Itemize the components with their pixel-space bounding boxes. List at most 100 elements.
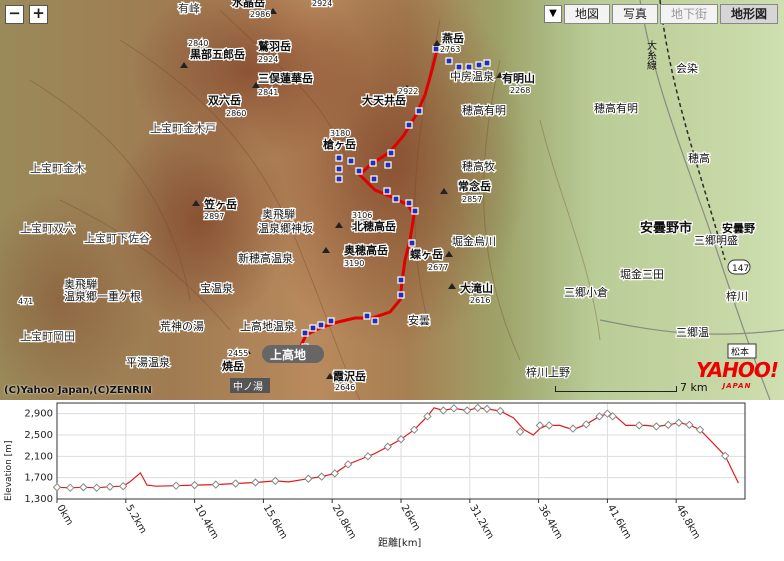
svg-text:2924: 2924 [258,55,278,64]
svg-text:北穂高岳: 北穂高岳 [352,219,396,233]
dropdown-arrow-icon[interactable]: ▼ [543,5,562,23]
svg-text:常念岳: 常念岳 [458,179,491,193]
chart-grid [56,403,745,503]
profile-point[interactable] [685,420,694,430]
profile-point[interactable] [190,480,199,490]
svg-text:梓川上野: 梓川上野 [526,365,570,379]
svg-text:上宝町下佐谷: 上宝町下佐谷 [84,231,150,245]
svg-text:槍ヶ岳: 槍ヶ岳 [322,137,356,151]
x-tick-label: 41.6km [605,503,633,541]
svg-text:穂高有明: 穂高有明 [462,103,506,117]
profile-point[interactable] [304,474,313,483]
profile-point[interactable] [231,479,240,488]
tab-underground[interactable]: 地下街 [659,4,718,24]
profile-point[interactable] [66,483,75,493]
profile-point[interactable] [664,420,673,430]
svg-text:会染: 会染 [676,61,698,75]
profile-point[interactable] [482,404,492,414]
svg-text:笠ヶ岳: 笠ヶ岳 [203,197,237,211]
svg-text:2986: 2986 [250,10,270,19]
svg-text:上宝町岡田: 上宝町岡田 [20,329,75,343]
profile-point[interactable] [568,424,578,433]
profile-point[interactable] [251,478,260,487]
x-tick-label: 15.6km [261,503,289,541]
profile-point[interactable] [317,472,326,481]
profile-point[interactable] [92,483,101,493]
profile-point[interactable] [105,482,115,491]
map-view[interactable]: 水晶岳 2986 2924 有峰 燕岳 2763 2840 黒部五郎岳 2924… [0,0,784,400]
svg-text:三郷温: 三郷温 [676,325,709,339]
tab-topographic[interactable]: 地形図 [719,4,778,24]
profile-point[interactable] [473,403,482,413]
svg-text:安曇野: 安曇野 [722,221,755,235]
svg-text:三郷小倉: 三郷小倉 [564,285,608,299]
svg-text:2924: 2924 [312,0,332,8]
profile-point[interactable] [383,442,392,451]
svg-text:黒部五郎岳: 黒部五郎岳 [190,47,245,61]
profile-markers [52,403,730,493]
svg-text:安曇野市: 安曇野市 [640,220,692,236]
svg-text:2677: 2677 [428,263,448,272]
profile-point[interactable] [79,483,88,492]
svg-text:2268: 2268 [510,86,530,95]
map-label: 水晶岳 [232,0,265,9]
svg-text:2763: 2763 [440,45,460,54]
map-type-tabs: ▼ 地図 写真 地下街 地形図 [543,4,778,24]
terrain-relief: 水晶岳 2986 2924 有峰 燕岳 2763 2840 黒部五郎岳 2924… [0,0,784,400]
svg-text:梓川: 梓川 [726,289,748,303]
svg-text:新穂高温泉: 新穂高温泉 [238,251,293,265]
x-tick-label: 31.2km [467,503,495,541]
profile-point[interactable] [52,483,62,492]
svg-text:焼岳: 焼岳 [222,359,244,373]
svg-text:大天井岳: 大天井岳 [362,93,406,107]
y-tick-label: 1,300 [24,494,53,505]
profile-point[interactable] [171,481,181,490]
x-tick-label: 36.4km [536,503,564,541]
zoom-out-button[interactable]: − [5,5,24,24]
map-copyright: (C)Yahoo Japan,(C)ZENRIN [4,385,152,396]
svg-text:穂高牧: 穂高牧 [462,159,495,173]
profile-point[interactable] [582,420,591,429]
svg-text:3190: 3190 [344,259,364,268]
x-tick-label: 26km [398,503,422,533]
y-tick-label: 2,100 [24,451,53,462]
svg-text:穂高: 穂高 [688,151,710,165]
svg-text:安曇: 安曇 [408,313,430,327]
profile-point[interactable] [515,427,525,437]
svg-text:有峰: 有峰 [178,1,200,15]
svg-text:2455: 2455 [228,349,248,358]
svg-text:中ノ湯: 中ノ湯 [233,380,263,393]
x-axis-title: 距離[km] [378,536,421,549]
svg-text:471: 471 [18,297,33,306]
svg-text:上宝町金木: 上宝町金木 [30,161,85,175]
x-tick-label: 20.8km [330,503,358,541]
svg-text:奥飛騨: 奥飛騨 [262,207,295,221]
profile-point[interactable] [652,422,661,431]
profile-point[interactable] [544,421,554,430]
svg-text:大糸線: 大糸線 [645,39,657,70]
svg-text:平湯温泉: 平湯温泉 [126,355,170,369]
svg-text:中房温泉: 中房温泉 [450,69,494,83]
y-tick-label: 2,900 [24,409,53,420]
yahoo-logo: YAHOO! JAPAN [696,358,779,390]
svg-text:燕岳: 燕岳 [442,31,464,45]
svg-text:2897: 2897 [204,212,224,221]
profile-point[interactable] [449,404,459,413]
profile-point[interactable] [271,476,280,486]
tab-photo[interactable]: 写真 [611,4,658,24]
elevation-profile-chart: 1,300 1,700 2,100 2,500 2,900 0km 5.2km 10.4km… [4,402,746,549]
x-tick-label: 5.2km [123,503,148,536]
profile-point[interactable] [439,406,448,415]
svg-text:3106: 3106 [352,211,372,220]
profile-point[interactable] [363,452,373,461]
y-axis-title: Elevation [m] [4,441,14,501]
profile-point[interactable] [343,460,353,469]
svg-text:霞沢岳: 霞沢岳 [333,369,366,383]
tab-map[interactable]: 地図 [563,4,610,24]
profile-point[interactable] [211,480,220,489]
svg-text:上高地温泉: 上高地温泉 [240,319,295,333]
zoom-in-button[interactable]: + [29,5,48,24]
profile-point[interactable] [634,421,644,430]
x-tick-label: 0km [54,503,74,527]
svg-text:2841: 2841 [258,88,278,97]
